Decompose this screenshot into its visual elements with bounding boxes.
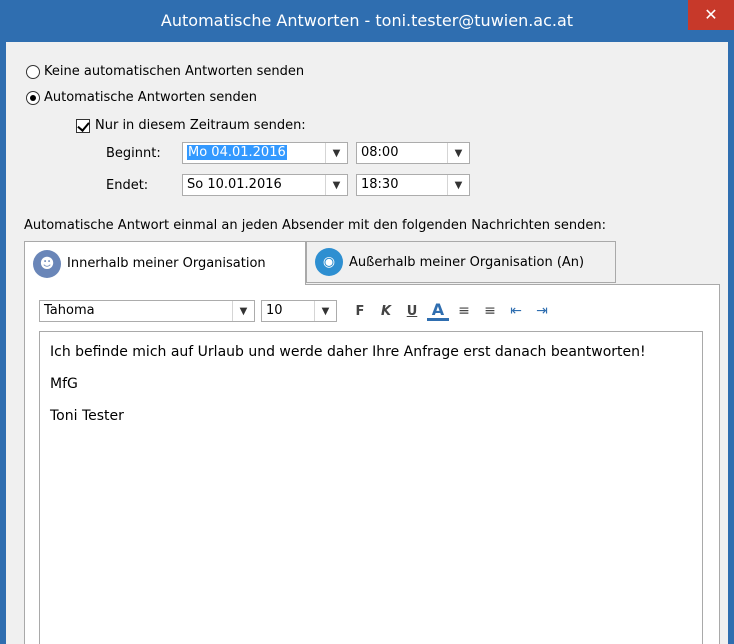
italic-button[interactable]: K: [375, 301, 397, 321]
underline-button[interactable]: U: [401, 301, 423, 321]
auto-reply-window: Automatische Antworten - toni.tester@tuw…: [0, 0, 734, 644]
tab-panel-inside: Tahoma ▼ 10 ▼ F K U A ≡ ≡ ⇤ ⇥ Ich befind…: [24, 284, 720, 644]
bold-button[interactable]: F: [349, 301, 371, 321]
title-bar: Automatische Antworten - toni.tester@tuw…: [0, 0, 734, 42]
start-date-picker[interactable]: Mo 04.01.2016 ▼: [182, 142, 348, 164]
start-label: Beginnt:: [106, 146, 161, 161]
end-label: Endet:: [106, 178, 149, 193]
message-line: Ich befinde mich auf Urlaub und werde da…: [50, 344, 646, 360]
font-size-select[interactable]: 10 ▼: [261, 300, 337, 322]
window-title: Automatische Antworten - toni.tester@tuw…: [160, 11, 574, 30]
no-auto-reply-label: Keine automatischen Antworten senden: [44, 64, 305, 79]
font-family-select[interactable]: Tahoma ▼: [39, 300, 255, 322]
tab-inside-label: Innerhalb meiner Organisation: [67, 256, 266, 271]
end-date-value[interactable]: So 10.01.2016: [183, 175, 325, 195]
end-time-value[interactable]: 18:30: [357, 175, 447, 195]
close-button[interactable]: ✕: [688, 0, 734, 30]
end-date-picker[interactable]: So 10.01.2016 ▼: [182, 174, 348, 196]
chevron-down-icon[interactable]: ▼: [325, 175, 347, 195]
period-option[interactable]: Nur in diesem Zeitraum senden:: [76, 118, 306, 133]
start-time-picker[interactable]: 08:00 ▼: [356, 142, 470, 164]
chevron-down-icon[interactable]: ▼: [232, 301, 254, 321]
font-family-value[interactable]: Tahoma: [40, 301, 232, 321]
tab-outside-label: Außerhalb meiner Organisation (An): [349, 254, 585, 270]
users-icon: ☻: [33, 249, 61, 278]
bullet-list-icon[interactable]: ≡: [453, 301, 475, 321]
send-auto-reply-radio[interactable]: [26, 90, 40, 105]
chevron-down-icon[interactable]: ▼: [314, 301, 336, 321]
chevron-down-icon[interactable]: ▼: [447, 143, 469, 163]
no-auto-reply-option[interactable]: Keine automatischen Antworten senden: [26, 64, 304, 79]
period-checkbox[interactable]: [76, 118, 90, 133]
start-time-value[interactable]: 08:00: [357, 143, 447, 163]
period-label: Nur in diesem Zeitraum senden:: [95, 118, 306, 133]
tab-outside-organization[interactable]: ◉ Außerhalb meiner Organisation (An): [306, 241, 616, 283]
font-color-button[interactable]: A: [427, 301, 449, 321]
no-auto-reply-radio[interactable]: [26, 64, 40, 79]
chevron-down-icon[interactable]: ▼: [447, 175, 469, 195]
globe-icon: ◉: [315, 248, 343, 276]
numbered-list-icon[interactable]: ≡: [479, 301, 501, 321]
message-line: MfG: [50, 376, 78, 392]
dialog-body: Keine automatischen Antworten senden Aut…: [6, 42, 728, 644]
end-time-picker[interactable]: 18:30 ▼: [356, 174, 470, 196]
message-line: Toni Tester: [50, 408, 124, 424]
decrease-indent-icon[interactable]: ⇤: [505, 301, 527, 321]
tab-inside-organization[interactable]: ☻ Innerhalb meiner Organisation: [24, 241, 306, 285]
reply-description: Automatische Antwort einmal an jeden Abs…: [24, 218, 607, 233]
send-auto-reply-label: Automatische Antworten senden: [44, 90, 257, 105]
chevron-down-icon[interactable]: ▼: [325, 143, 347, 163]
font-size-value[interactable]: 10: [262, 301, 314, 321]
send-auto-reply-option[interactable]: Automatische Antworten senden: [26, 90, 257, 105]
formatting-toolbar: Tahoma ▼ 10 ▼ F K U A ≡ ≡ ⇤ ⇥: [39, 299, 557, 323]
message-editor[interactable]: Ich befinde mich auf Urlaub und werde da…: [39, 331, 703, 644]
start-date-value[interactable]: Mo 04.01.2016: [183, 143, 325, 163]
increase-indent-icon[interactable]: ⇥: [531, 301, 553, 321]
